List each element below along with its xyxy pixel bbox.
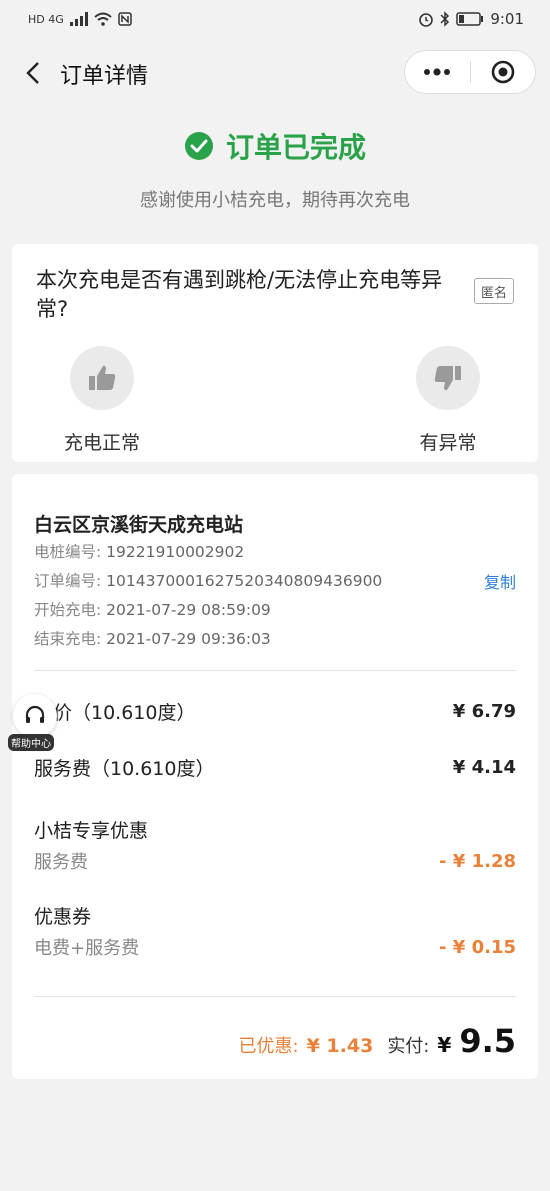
- nfc-icon: [118, 12, 132, 26]
- order-status-title: 订单已完成: [225, 131, 366, 164]
- promo-detail-label: 服务费: [34, 852, 88, 873]
- coupon-detail-label: 电费+服务费: [34, 938, 140, 959]
- bluetooth-icon: [440, 11, 450, 27]
- nav-bar: 订单详情: [0, 44, 550, 102]
- paid-amount: 9.5: [459, 1022, 516, 1060]
- clock: 9:01: [490, 10, 524, 28]
- end-time-row: 结束充电: 2021-07-29 09:36:03: [34, 627, 271, 649]
- divider: [34, 670, 516, 671]
- vote-abnormal-label: 有异常: [419, 432, 477, 454]
- electricity-fee-line: 电价（10.610度） ¥ 6.79: [34, 698, 516, 725]
- thumbs-down-icon: [434, 366, 461, 391]
- coupon-detail-line: 电费+服务费 - ¥ 0.15: [34, 934, 516, 960]
- vote-abnormal-circle: [416, 346, 480, 410]
- coupon-title-line: 优惠券: [34, 902, 516, 929]
- discount-total-label: 已优惠:: [238, 1036, 299, 1057]
- order-status-header: 订单已完成: [0, 126, 550, 166]
- more-button[interactable]: [405, 50, 470, 94]
- close-miniapp-button[interactable]: [471, 50, 536, 94]
- survey-question: 本次充电是否有遇到跳枪/无法停止充电等异常?: [36, 268, 443, 321]
- payment-summary: 已优惠: ¥ 1.43 实付: ¥ 9.5: [239, 1022, 516, 1060]
- service-fee-label: 服务费（10.610度）: [34, 758, 215, 780]
- miniapp-capsule: [404, 50, 536, 94]
- anonymous-tag: 匿名: [474, 278, 514, 304]
- thumbs-up-icon: [89, 365, 116, 390]
- check-circle-icon: [184, 132, 213, 160]
- copy-order-button[interactable]: 复制: [484, 569, 516, 593]
- pile-number-row: 电桩编号: 19221910002902: [34, 540, 244, 562]
- end-time-value: 2021-07-29 09:36:03: [106, 630, 271, 648]
- order-number-value: 1014370001627520340809436900: [106, 572, 383, 590]
- vote-normal-circle: [70, 346, 134, 410]
- help-circle: [13, 694, 57, 738]
- headset-icon: [25, 705, 45, 723]
- promo-title: 小桔专享优惠: [34, 820, 149, 842]
- wifi-icon: [94, 12, 112, 26]
- start-time-label: 开始充电:: [34, 601, 102, 619]
- help-center-label: 帮助中心: [8, 734, 54, 751]
- help-center-button[interactable]: 帮助中心: [8, 694, 60, 751]
- start-time-value: 2021-07-29 08:59:09: [106, 601, 271, 619]
- coupon-title: 优惠券: [34, 906, 92, 928]
- target-close-icon: [491, 60, 515, 84]
- signal-icon: [69, 12, 88, 26]
- discount-total-amount: ¥ 1.43: [306, 1035, 374, 1057]
- service-fee-amount: ¥ 4.14: [452, 757, 516, 778]
- vote-abnormal-button[interactable]: 有异常: [388, 346, 508, 455]
- status-bar-right: 9:01: [418, 10, 524, 28]
- order-number-label: 订单编号:: [34, 572, 102, 590]
- page-title: 订单详情: [60, 64, 149, 89]
- station-name: 白云区京溪街天成充电站: [34, 514, 244, 536]
- coupon-discount-amount: - ¥ 0.15: [439, 936, 516, 958]
- battery-icon: [456, 12, 484, 26]
- status-bar: HD 4G 9:01: [0, 0, 550, 38]
- vote-normal-label: 充电正常: [63, 432, 140, 454]
- back-button[interactable]: [18, 58, 48, 88]
- paid-currency: ¥: [437, 1033, 452, 1057]
- service-fee-line: 服务费（10.610度） ¥ 4.14: [34, 754, 516, 781]
- pile-number-label: 电桩编号:: [34, 543, 102, 561]
- network-label: HD 4G: [28, 12, 64, 26]
- promo-title-line: 小桔专享优惠: [34, 816, 516, 843]
- promo-detail-line: 服务费 - ¥ 1.28: [34, 848, 516, 874]
- order-status-subtitle: 感谢使用小桔充电，期待再次充电: [140, 190, 410, 211]
- order-detail-page: HD 4G 9:01 订单详情 订单已完成 感谢使用小桔充电，期待再次充电 本次…: [0, 0, 550, 1191]
- more-dots-icon: [424, 68, 451, 76]
- alarm-icon: [419, 13, 434, 27]
- divider: [34, 996, 516, 997]
- end-time-label: 结束充电:: [34, 630, 102, 648]
- chevron-left-icon: [26, 62, 39, 84]
- status-bar-left: HD 4G: [28, 12, 132, 26]
- start-time-row: 开始充电: 2021-07-29 08:59:09: [34, 598, 271, 620]
- promo-discount-amount: - ¥ 1.28: [439, 850, 516, 872]
- electricity-fee-amount: ¥ 6.79: [452, 701, 516, 722]
- order-info-card: 白云区京溪街天成充电站 电桩编号: 19221910002902 订单编号: 1…: [12, 474, 538, 1079]
- order-number-row: 订单编号: 1014370001627520340809436900: [34, 569, 382, 591]
- pile-number-value: 19221910002902: [106, 543, 245, 561]
- charging-survey-card: 本次充电是否有遇到跳枪/无法停止充电等异常? 匿名 充电正常 有异常: [12, 244, 538, 462]
- vote-normal-button[interactable]: 充电正常: [42, 346, 162, 455]
- paid-label: 实付:: [387, 1036, 430, 1057]
